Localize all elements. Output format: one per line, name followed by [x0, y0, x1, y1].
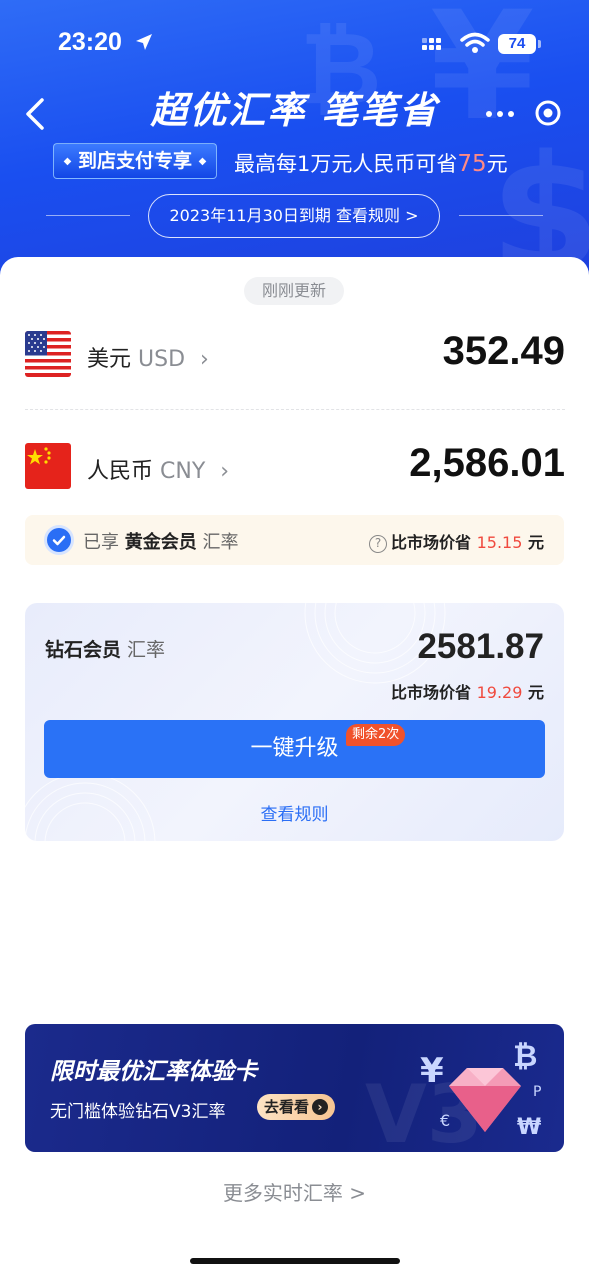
cellular-signal-icon: [422, 38, 441, 50]
currency-row-cny[interactable]: 人民币 CNY › 2,586.01: [25, 441, 565, 503]
currency-name: 人民币: [87, 459, 154, 484]
us-flag-icon: [25, 331, 71, 377]
cn-flag-icon: [25, 443, 71, 489]
gold-member-text: 已享 黄金会员 汇率: [83, 528, 238, 554]
svg-text:P: P: [533, 1084, 541, 1100]
location-arrow-icon: [136, 34, 152, 50]
currency-select-cny[interactable]: 人民币 CNY ›: [87, 453, 229, 485]
promo-tag-label: 到店支付专享: [77, 150, 192, 172]
gold-save-amount: 15.15: [476, 533, 523, 552]
remaining-count-badge: 剩余2次: [346, 724, 406, 746]
gold-savings[interactable]: ? 比市场价省 15.15 元: [369, 529, 544, 553]
status-bar: 23:20 74: [0, 24, 589, 64]
view-rules-link[interactable]: 查看规则: [25, 800, 564, 825]
divider-left: [46, 215, 130, 216]
diamond-save-label: 比市场价省: [391, 683, 472, 702]
diamond-currency-illustration: V3 ¥ ₿ € ₩ P: [365, 1039, 541, 1152]
cny-amount[interactable]: 2,586.01: [409, 441, 565, 486]
sparkle-icon: ◆: [198, 156, 207, 167]
updated-tag: 刚刚更新: [244, 277, 344, 305]
gold-save-unit: 元: [527, 533, 544, 552]
check-circle-icon: [47, 528, 71, 552]
diamond-save-unit: 元: [527, 683, 544, 702]
svg-text:€: €: [440, 1111, 450, 1130]
diamond-label: 钻石会员 汇率: [45, 635, 165, 662]
svg-text:₩: ₩: [517, 1115, 541, 1140]
svg-text:¥: ¥: [420, 1051, 444, 1091]
promo-amount: 75: [457, 151, 487, 177]
chevron-right-icon: ›: [312, 1099, 328, 1115]
header: ¥ ₿ $ 23:20 74 超优汇率 笔笔省 ◆ 到店支付专享 ◆ 最高每1万…: [0, 0, 589, 290]
wifi-icon: [460, 32, 490, 53]
battery-cap: [538, 40, 541, 48]
banner-go-button[interactable]: 去看看 ›: [257, 1094, 335, 1120]
more-options-button[interactable]: [484, 104, 516, 124]
promo-row: ◆ 到店支付专享 ◆ 最高每1万元人民币可省75元: [0, 140, 589, 180]
currency-code: USD: [138, 347, 186, 372]
diamond-member-card: 钻石会员 汇率 2581.87 比市场价省 19.29 元 一键升级 剩余2次 查…: [25, 603, 564, 841]
gold-save-label: 比市场价省: [391, 533, 472, 552]
gold-tier: 黄金会员: [124, 532, 197, 553]
diamond-suffix: 汇率: [127, 639, 166, 661]
gold-member-bar: 已享 黄金会员 汇率 ? 比市场价省 15.15 元: [25, 515, 564, 565]
battery-icon: 74: [498, 34, 536, 54]
currency-select-usd[interactable]: 美元 USD ›: [87, 341, 209, 373]
currency-code: CNY: [160, 459, 206, 484]
diamond-save-amount: 19.29: [476, 683, 523, 702]
experience-card-banner[interactable]: V3 ¥ ₿ € ₩ P 限时最优汇率体验卡 无门槛体验钻石V3汇率 去看看 ›: [25, 1024, 564, 1152]
chevron-right-icon: ›: [220, 459, 230, 484]
sparkle-icon: ◆: [63, 156, 72, 167]
expire-rules-link[interactable]: 2023年11月30日到期 查看规则 >: [148, 194, 440, 238]
rate-card: 刚刚更新 美元 USD › 352.49 人民币 CNY › 2,586.01 …: [0, 257, 589, 1278]
usd-amount[interactable]: 352.49: [443, 329, 565, 374]
diamond-rate: 2581.87: [417, 627, 544, 666]
svg-text:₿: ₿: [513, 1039, 537, 1074]
help-icon: ?: [369, 535, 387, 553]
gold-prefix: 已享: [83, 532, 119, 553]
expire-row: 2023年11月30日到期 查看规则 >: [0, 194, 589, 238]
banner-subtitle: 无门槛体验钻石V3汇率: [50, 1102, 226, 1122]
gold-suffix: 汇率: [202, 532, 239, 553]
home-indicator: [190, 1258, 400, 1264]
divider: [25, 409, 565, 410]
more-rates-link[interactable]: 更多实时汇率 >: [0, 1177, 589, 1206]
currency-name: 美元: [87, 347, 132, 372]
currency-row-usd[interactable]: 美元 USD › 352.49: [25, 329, 565, 391]
promo-text-prefix: 最高每1万元人民币可省: [234, 152, 458, 176]
close-miniapp-button[interactable]: [534, 99, 562, 127]
promo-text: 最高每1万元人民币可省75元: [234, 148, 508, 178]
status-time: 23:20: [58, 28, 122, 56]
chevron-right-icon: ›: [200, 347, 209, 372]
banner-title: 限时最优汇率体验卡: [50, 1059, 257, 1085]
divider-right: [459, 215, 543, 216]
diamond-tier: 钻石会员: [45, 639, 122, 661]
banner-button-label: 去看看: [263, 1098, 309, 1116]
diamond-savings: 比市场价省 19.29 元: [391, 679, 544, 703]
promo-tag: ◆ 到店支付专享 ◆: [53, 143, 217, 179]
upgrade-button[interactable]: 一键升级: [44, 720, 545, 778]
promo-text-suffix: 元: [486, 152, 508, 176]
